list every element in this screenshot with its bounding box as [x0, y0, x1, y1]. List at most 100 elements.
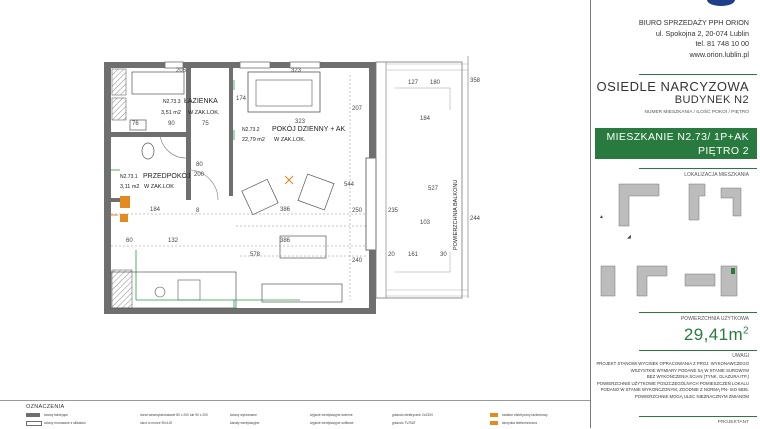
- room-area: 3,11 m2: [120, 184, 139, 190]
- tv-socket-marks: [110, 175, 294, 216]
- apartment-marker: [731, 268, 735, 274]
- legend-item: ściany wyrównane: [230, 413, 257, 417]
- dim-label: 323: [295, 119, 306, 125]
- dim-label: 578: [250, 252, 261, 258]
- divider: [639, 416, 757, 417]
- living-wall-west: [229, 68, 233, 196]
- sales-office: BIURO SPRZEDAŻY PPH ORION ul. Spokojna 2…: [639, 18, 749, 60]
- room-floor: W ZAK.LOK.: [188, 110, 220, 116]
- south-wall: [104, 308, 374, 314]
- legend-swatch: [26, 421, 42, 426]
- balcony: [375, 61, 463, 299]
- north-wall: [104, 62, 374, 68]
- note-line: POWIERZCHNIE UŻYTKOWE POSZCZEGÓLNYCH POM…: [596, 380, 749, 386]
- dim-label: 161: [408, 252, 419, 258]
- legend-swatch: [26, 413, 40, 417]
- dim-label: 103: [420, 220, 431, 226]
- telecom-box: [120, 214, 128, 222]
- location-map: ▲ ◢: [599, 183, 742, 297]
- divider: [639, 312, 757, 313]
- note-line: BEZ WYKOŃCZENIA ŚCIAN (TYNK, GLAZURA ITP…: [646, 374, 749, 380]
- east-wall-top: [369, 62, 376, 158]
- office-name: BIURO SPRZEDAŻY PPH ORION: [638, 18, 749, 27]
- legend-item: gniazdo elektryczne 2x230V: [392, 413, 434, 417]
- usable-area: 29,41m2: [684, 325, 749, 345]
- notes-title: UWAGI: [732, 353, 749, 359]
- divider: [639, 74, 757, 75]
- bath-wall-south: [111, 132, 191, 137]
- dim-label: 250: [352, 208, 363, 214]
- dim-label: 206: [176, 68, 187, 74]
- legend-swatch: [490, 413, 498, 417]
- divider: [639, 168, 757, 169]
- dim-label: 200: [194, 172, 205, 178]
- balcony-railing: [385, 56, 469, 298]
- legend-item: wyjście wentylacyjne ścienne: [310, 413, 353, 417]
- dim-label: 75: [202, 121, 209, 127]
- legend-title: OZNACZENIA: [26, 404, 65, 410]
- note-line: PODANO W STANIE WYKOŃCZONYM, ZGODNIE Z N…: [600, 387, 749, 393]
- legend-swatch: [490, 421, 498, 425]
- note-line: WSZYSTKIE WYMIARY PODANE SĄ W STANIE SUR…: [630, 367, 749, 373]
- dim-label: 132: [168, 238, 179, 244]
- radiator-mark: [120, 196, 130, 208]
- room-code: N2.73.2: [242, 127, 260, 133]
- dim-label: 180: [430, 80, 441, 86]
- bathtub: [131, 71, 185, 95]
- apartment-label: NUMER MIESZKANIA / ILOŚĆ POKOI / PIĘTRO: [644, 110, 749, 115]
- room-name: ŁAZIENKA: [184, 98, 218, 105]
- legend-item: ściany murowane z silikatów: [44, 421, 86, 425]
- dim-label: 60: [126, 238, 133, 244]
- room-code: N2.73.1: [120, 174, 138, 180]
- area-unit: 2: [743, 325, 749, 337]
- designer-label: PROJEKTANT: [717, 420, 749, 425]
- office-website[interactable]: www.orion.lublin.pl: [639, 50, 749, 61]
- floor-plan: 206 323 323 90 75 76 174 207 544 80 200 …: [0, 0, 590, 428]
- dim-label: 8: [196, 208, 200, 214]
- dim-label: 184: [420, 116, 431, 122]
- legend: OZNACZENIA ściany istniejące ściany muro…: [0, 400, 590, 429]
- apartment-floor: PIĘTRO 2: [697, 145, 749, 157]
- dim-label: 174: [236, 96, 247, 102]
- dim-label: 127: [408, 80, 419, 86]
- dim-label: 240: [352, 258, 363, 264]
- armchair: [241, 178, 279, 216]
- legend-item: radiator elektryczny łazienkowy: [502, 413, 548, 417]
- dim-label: 544: [344, 182, 355, 188]
- note-line: PROJEKT STANOWI WYCINEK OPRACOWANIA Z PR…: [596, 361, 749, 366]
- vent-shaft-2: [111, 97, 127, 121]
- dim-label: 386: [280, 207, 291, 213]
- dim-label: 90: [168, 121, 175, 127]
- dim-label: 80: [196, 162, 203, 168]
- balcony-lines: [395, 87, 451, 110]
- balcony-label: POWIERZCHNIA BALKONU: [453, 180, 459, 250]
- legend-item: drzwi wewnątrzlokalowe 80 x 200 lub 90 x…: [140, 413, 208, 417]
- notes: PROJEKT STANOWI WYCINEK OPRACOWANIA Z PR…: [596, 361, 749, 401]
- sink: [154, 286, 166, 298]
- dim-label: 323: [291, 68, 302, 74]
- legend-item: skrzynka teletechniczna: [502, 421, 538, 425]
- room-name: PRZEDPOKÓJ: [143, 171, 190, 180]
- divider: [639, 350, 757, 351]
- east-wall-bottom: [369, 250, 376, 314]
- room-floor: W ZAK.LOK: [144, 184, 174, 190]
- area-value: 29,41m: [683, 325, 744, 344]
- toilet: [141, 142, 155, 160]
- room-area: 3,51 m2: [161, 110, 181, 116]
- dim-label: 358: [470, 78, 481, 84]
- svg-text:◢: ◢: [627, 234, 631, 240]
- sofa-seat: [255, 79, 313, 107]
- dim-label: 207: [352, 106, 363, 112]
- vent-shaft: [111, 68, 127, 96]
- dim-labels: 206 323 323 90 75 76 174 207 544 80 200 …: [126, 68, 481, 264]
- note-line: POWIERZCHNIE MOGĄ ULEC NIEZNACZNYM ZMIAN…: [634, 393, 749, 399]
- tv-cabinet: [261, 283, 343, 303]
- dim-label: 30: [440, 252, 447, 258]
- dim-label: 244: [470, 216, 481, 222]
- legend-item: kanały wentylacyjne: [230, 421, 260, 425]
- legend-item: gniazdo TV/SAT: [392, 421, 416, 425]
- balcony-door: [365, 157, 377, 251]
- area-label: POWIERZCHNIA UŻYTKOWA: [680, 316, 749, 322]
- dim-label: 20: [388, 252, 395, 258]
- info-panel: BIURO SPRZEDAŻY PPH ORION ul. Spokojna 2…: [590, 0, 760, 428]
